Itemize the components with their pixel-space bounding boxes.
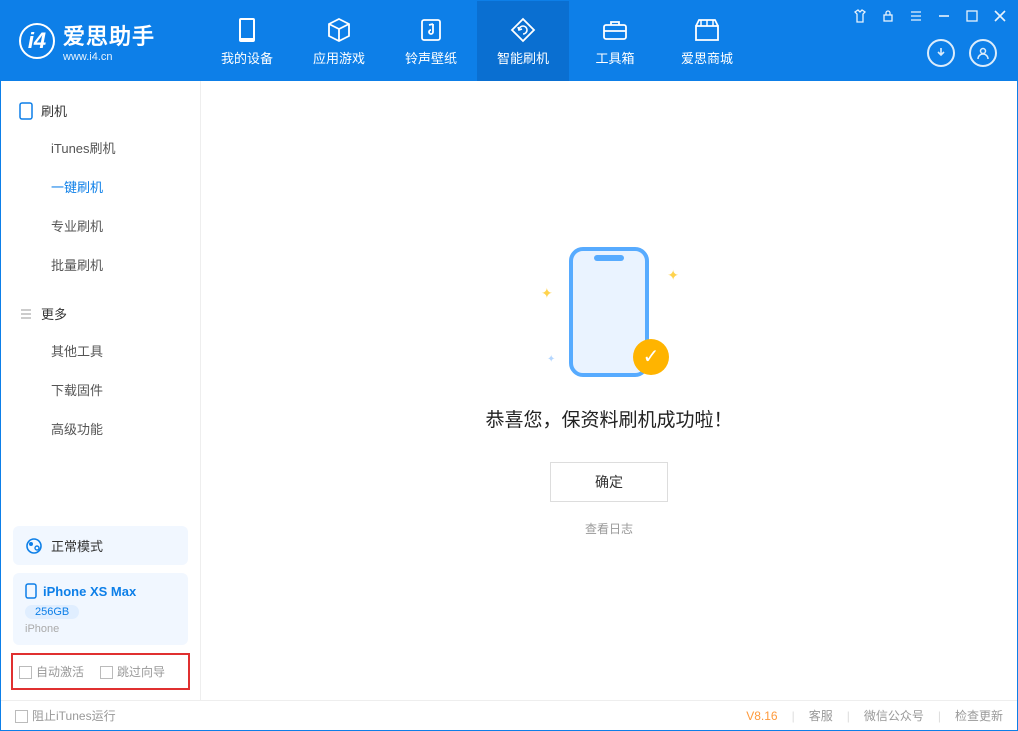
check-icon: ✓ [633,339,669,375]
store-icon [693,16,721,44]
mode-box[interactable]: 正常模式 [13,526,188,565]
sparkle-icon: ✦ [547,354,555,365]
device-capacity: 256GB [25,605,79,619]
device-icon [233,16,261,44]
window-controls [851,7,1009,25]
header-right-buttons [927,39,997,67]
device-name: iPhone XS Max [43,584,136,599]
device-phone-icon [25,583,37,599]
nav-ringtone[interactable]: 铃声壁纸 [385,1,477,81]
app-title: 爱思助手 [63,19,155,51]
phone-icon [19,102,33,120]
sparkle-icon: ✦ [667,267,679,284]
mode-icon [25,537,43,555]
sidebar-item-oneclick-flash[interactable]: 一键刷机 [1,167,200,206]
maximize-icon[interactable] [963,7,981,25]
auto-activate-checkbox[interactable]: 自动激活 [19,663,84,680]
device-box[interactable]: iPhone XS Max 256GB iPhone [13,573,188,645]
version-label: V8.16 [746,709,777,723]
device-type: iPhone [25,623,176,635]
nav-apps[interactable]: 应用游戏 [293,1,385,81]
sidebar-section-more: 更多 [1,296,200,331]
sidebar-item-advanced[interactable]: 高级功能 [1,409,200,448]
music-icon [417,16,445,44]
sidebar-item-batch-flash[interactable]: 批量刷机 [1,245,200,284]
sidebar-item-pro-flash[interactable]: 专业刷机 [1,206,200,245]
skip-guide-checkbox[interactable]: 跳过向导 [100,663,165,680]
main-nav: 我的设备 应用游戏 铃声壁纸 智能刷机 工具箱 爱思商城 [201,1,753,81]
success-message: 恭喜您，保资料刷机成功啦！ [485,405,732,432]
download-button[interactable] [927,39,955,67]
wechat-link[interactable]: 微信公众号 [864,707,924,724]
sidebar-item-other-tools[interactable]: 其他工具 [1,331,200,370]
nav-my-device[interactable]: 我的设备 [201,1,293,81]
sidebar-item-itunes-flash[interactable]: iTunes刷机 [1,128,200,167]
footer: 阻止iTunes运行 V8.16 | 客服 | 微信公众号 | 检查更新 [1,700,1017,730]
list-icon [19,307,33,321]
app-subtitle: www.i4.cn [63,51,155,63]
sidebar: 刷机 iTunes刷机 一键刷机 专业刷机 批量刷机 更多 其他工具 下载固件 … [1,81,201,700]
logo-area: i4 爱思助手 www.i4.cn [1,19,201,63]
nav-toolbox[interactable]: 工具箱 [569,1,661,81]
main-content: ✓ ✦ ✦ ✦ 恭喜您，保资料刷机成功啦！ 确定 查看日志 [201,81,1017,700]
success-illustration: ✓ ✦ ✦ ✦ [539,245,679,385]
mode-label: 正常模式 [51,536,103,555]
block-itunes-checkbox[interactable]: 阻止iTunes运行 [15,707,116,724]
toolbox-icon [601,16,629,44]
nav-store[interactable]: 爱思商城 [661,1,753,81]
sidebar-item-download-firmware[interactable]: 下载固件 [1,370,200,409]
service-link[interactable]: 客服 [809,707,833,724]
highlighted-options: 自动激活 跳过向导 [11,653,190,690]
lock-icon[interactable] [879,7,897,25]
view-log-link[interactable]: 查看日志 [585,520,633,537]
minimize-icon[interactable] [935,7,953,25]
cube-icon [325,16,353,44]
refresh-icon [509,16,537,44]
update-link[interactable]: 检查更新 [955,707,1003,724]
app-header: i4 爱思助手 www.i4.cn 我的设备 应用游戏 铃声壁纸 智能刷机 工具… [1,1,1017,81]
menu-icon[interactable] [907,7,925,25]
sidebar-section-flash: 刷机 [1,93,200,128]
user-button[interactable] [969,39,997,67]
logo-icon: i4 [19,23,55,59]
nav-flash[interactable]: 智能刷机 [477,1,569,81]
sparkle-icon: ✦ [541,285,553,302]
close-icon[interactable] [991,7,1009,25]
ok-button[interactable]: 确定 [550,462,668,502]
shirt-icon[interactable] [851,7,869,25]
